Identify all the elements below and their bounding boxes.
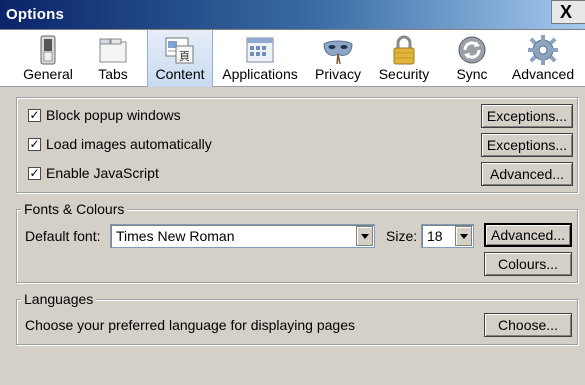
close-button[interactable]: X bbox=[551, 0, 585, 24]
title-bar: Options X bbox=[0, 0, 585, 30]
choose-language-button[interactable]: Choose... bbox=[484, 313, 572, 337]
colours-button[interactable]: Colours... bbox=[484, 252, 572, 276]
options-toolbar: General Tabs 頁 Content Applications Priv… bbox=[0, 30, 585, 87]
enable-javascript-checkbox[interactable]: ✓ bbox=[28, 167, 41, 180]
mask-icon bbox=[323, 40, 353, 65]
tab-privacy[interactable]: Privacy bbox=[310, 30, 366, 87]
tab-label: Content bbox=[155, 66, 205, 82]
enable-javascript-label: Enable JavaScript bbox=[46, 165, 159, 181]
tab-sync[interactable]: Sync bbox=[447, 30, 497, 87]
tab-applications[interactable]: Applications bbox=[221, 30, 299, 87]
tab-label: Security bbox=[378, 66, 430, 82]
default-font-value: Times New Roman bbox=[116, 228, 235, 244]
close-icon: X bbox=[560, 2, 573, 22]
gear-icon bbox=[528, 35, 558, 65]
default-font-label: Default font: bbox=[25, 228, 101, 244]
block-popups-label: Block popup windows bbox=[46, 107, 181, 123]
padlock-icon bbox=[393, 35, 415, 65]
tabs-icon bbox=[99, 38, 127, 63]
tab-security[interactable]: Security bbox=[374, 30, 434, 87]
languages-description: Choose your preferred language for displ… bbox=[25, 317, 355, 333]
window-title: Options bbox=[6, 6, 65, 23]
tab-label: Tabs bbox=[98, 66, 128, 82]
chevron-down-icon[interactable] bbox=[356, 226, 373, 246]
popup-exceptions-button[interactable]: Exceptions... bbox=[481, 104, 573, 128]
fonts-advanced-button[interactable]: Advanced... bbox=[484, 223, 572, 247]
tab-advanced[interactable]: Advanced bbox=[508, 30, 578, 87]
default-font-select[interactable]: Times New Roman bbox=[110, 224, 375, 248]
tab-general[interactable]: General bbox=[14, 30, 82, 87]
tab-label: Applications bbox=[222, 66, 298, 82]
applications-icon bbox=[246, 37, 274, 63]
tab-label: Privacy bbox=[315, 66, 361, 82]
load-images-checkbox[interactable]: ✓ bbox=[28, 138, 41, 151]
svg-text:頁: 頁 bbox=[179, 50, 190, 63]
tab-content[interactable]: 頁 Content bbox=[147, 30, 213, 87]
javascript-advanced-button[interactable]: Advanced... bbox=[481, 162, 573, 186]
chevron-down-icon[interactable] bbox=[455, 226, 472, 246]
tab-label: General bbox=[23, 66, 73, 82]
tab-label: Advanced bbox=[511, 66, 575, 82]
tab-label: Sync bbox=[456, 66, 488, 82]
languages-legend: Languages bbox=[21, 291, 97, 307]
content-icon: 頁 bbox=[165, 37, 194, 64]
size-label: Size: bbox=[386, 228, 418, 244]
font-size-select[interactable]: 18 bbox=[421, 224, 474, 248]
sync-icon bbox=[458, 36, 486, 64]
fonts-colours-legend: Fonts & Colours bbox=[21, 201, 128, 217]
load-images-label: Load images automatically bbox=[46, 136, 212, 152]
block-popups-checkbox[interactable]: ✓ bbox=[28, 109, 41, 122]
switch-icon bbox=[40, 35, 56, 65]
image-exceptions-button[interactable]: Exceptions... bbox=[481, 133, 573, 157]
font-size-value: 18 bbox=[427, 228, 443, 244]
tab-tabs[interactable]: Tabs bbox=[90, 30, 136, 87]
